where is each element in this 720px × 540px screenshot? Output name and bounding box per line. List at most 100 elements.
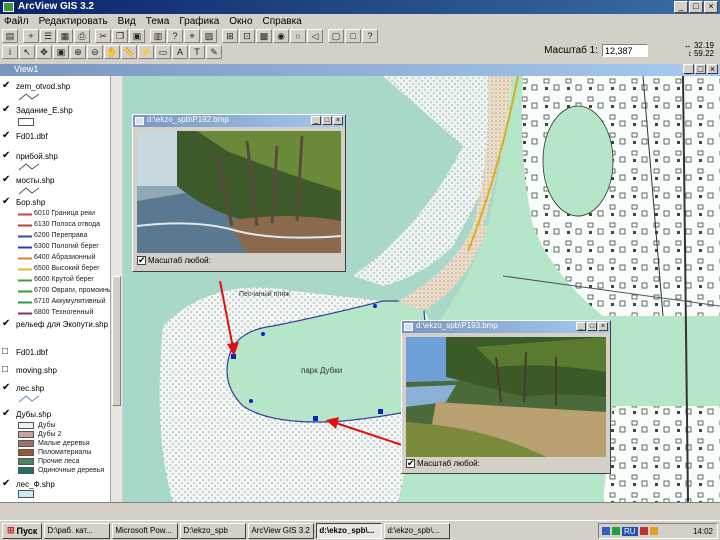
beach-label: Песчаный пляж [239,291,290,298]
zoom-in-icon[interactable]: ⊕ [70,45,86,59]
identify-icon[interactable]: i [2,45,18,59]
scale-checkbox[interactable]: ✔ [406,459,415,468]
area-of-interest-icon[interactable]: ▭ [155,45,171,59]
menu-view[interactable]: Вид [118,16,136,27]
legend-label: 6710 Аккумулятивный [34,298,106,305]
close-button[interactable]: × [704,1,718,13]
photo-close-button[interactable]: × [598,322,608,331]
photo-minimize-button[interactable]: _ [311,116,321,125]
scale-checkbox[interactable]: ✔ [137,256,146,265]
scale-input[interactable] [602,44,648,57]
locate-icon[interactable]: ⌖ [184,29,200,43]
save-icon[interactable]: ▤ [2,29,18,43]
vertex-edit-icon[interactable]: ✥ [36,45,52,59]
help-icon[interactable]: ? [362,29,378,43]
layer-checkbox[interactable]: ✔ [2,383,11,393]
zoom-out-icon[interactable]: ⊖ [87,45,103,59]
language-indicator[interactable]: RU [622,526,638,536]
minimize-button[interactable]: _ [674,1,688,13]
layer-checkbox[interactable]: ✔ [2,409,11,419]
coord-y: 59.22 [693,49,714,58]
tray-app-icon[interactable] [649,527,658,535]
volume-icon[interactable] [639,527,648,535]
scale-label: Масштаб 1: [544,45,598,56]
layer-checkbox[interactable]: ✔ [2,105,11,115]
zoom-active-icon[interactable]: ⊡ [239,29,255,43]
layer-checkbox[interactable]: ✔ [2,175,11,185]
photo-window-1[interactable]: d:\ekzo_spb\P192.bmp _ □ × ✔ Масштаб люб… [132,114,346,272]
network-icon[interactable] [602,527,610,535]
maximize-button[interactable]: □ [689,1,703,13]
layer-checkbox[interactable]: ✔ [2,197,11,207]
taskbar-item[interactable]: d:\ekzo_spb\... [384,522,451,539]
taskbar-item[interactable]: Microsoft Pow... [112,522,179,539]
print-icon[interactable]: ⎙ [74,29,90,43]
text-icon[interactable]: T [189,45,205,59]
layer-checkbox[interactable]: □ [2,365,11,375]
menu-edit[interactable]: Редактировать [39,16,108,27]
menu-graphics[interactable]: Графика [179,16,219,27]
scale-checkbox-label: Масштаб любой: [148,256,211,265]
view-close-button[interactable]: × [707,64,718,74]
query-builder-icon[interactable]: ▨ [201,29,217,43]
menu-file[interactable]: Файл [4,16,29,27]
toc-scroll-thumb[interactable] [112,276,121,406]
layer-checkbox[interactable]: ✔ [2,151,11,161]
legend-label: 6300 Пологий берег [34,243,99,250]
taskbar-item[interactable]: d:\ekzo_spb\... [316,522,383,539]
zoom-out-fixed-icon[interactable]: ○ [290,29,306,43]
map-canvas[interactable]: Песчаный пляж парк Дубки d:\ekzo_spb\P19… [123,76,720,502]
measure-icon[interactable]: 📏 [121,45,137,59]
photo-maximize-button[interactable]: □ [322,116,332,125]
photo-minimize-button[interactable]: _ [576,322,586,331]
label-icon[interactable]: A [172,45,188,59]
find-icon[interactable]: ? [167,29,183,43]
taskbar-item[interactable]: D:\ekzo_spb [180,522,247,539]
menu-theme[interactable]: Тема [146,16,170,27]
copy-icon[interactable]: ❐ [112,29,128,43]
legend-label: 6130 Полоса отвода [34,221,100,228]
layer-checkbox[interactable]: ✔ [2,81,11,91]
layer-checkbox[interactable]: □ [2,347,11,357]
pointer-icon[interactable]: ↖ [19,45,35,59]
hotlink-icon[interactable]: ⚡ [138,45,154,59]
taskbar-item[interactable]: ArcView GIS 3.2 [248,522,315,539]
zoom-previous-icon[interactable]: ◁ [307,29,323,43]
photo-maximize-button[interactable]: □ [587,322,597,331]
cut-icon[interactable]: ✂ [95,29,111,43]
toc-scrollbar[interactable] [110,76,122,502]
add-theme-icon[interactable]: + [23,29,39,43]
pan-icon[interactable]: ✋ [104,45,120,59]
layer-checkbox[interactable]: ✔ [2,479,11,489]
layer-name: Задание_Е.shp [16,106,73,115]
arcview-logo-icon [3,2,14,12]
edit-legend-icon[interactable]: ▦ [57,29,73,43]
legend-swatch [18,467,34,474]
clear-selected-icon[interactable]: □ [345,29,361,43]
photo-close-button[interactable]: × [333,116,343,125]
view-minimize-button[interactable]: _ [683,64,694,74]
zoom-full-icon[interactable]: ⊞ [222,29,238,43]
select-feature-icon[interactable]: ▣ [53,45,69,59]
open-table-icon[interactable]: ▥ [150,29,166,43]
photo-scale-option[interactable]: ✔ Масштаб любой: [137,256,211,265]
draw-icon[interactable]: ✎ [206,45,222,59]
layer-checkbox[interactable]: ✔ [2,319,11,329]
layer-checkbox[interactable]: ✔ [2,131,11,141]
theme-properties-icon[interactable]: ☰ [40,29,56,43]
paste-icon[interactable]: ▣ [129,29,145,43]
legend-label: Дубы [38,422,56,429]
photo-window-2[interactable]: d:\ekzo_spb\P193.bmp _ □ × ✔ Масштаб люб… [401,320,611,474]
zoom-selected-icon[interactable]: ▩ [256,29,272,43]
menu-help[interactable]: Справка [263,16,302,27]
legend-label: Одиночные деревья [38,467,105,474]
menu-window[interactable]: Окно [229,16,252,27]
antivirus-icon[interactable] [612,527,620,535]
taskbar-item[interactable]: D:\раб. кат... [44,522,111,539]
photo-scale-option[interactable]: ✔ Масштаб любой: [406,459,480,468]
view-maximize-button[interactable]: □ [695,64,706,74]
select-graphics-icon[interactable]: ▢ [328,29,344,43]
legend-swatch [18,440,34,447]
zoom-in-fixed-icon[interactable]: ◉ [273,29,289,43]
start-button[interactable]: ⊞ Пуск [2,522,43,539]
